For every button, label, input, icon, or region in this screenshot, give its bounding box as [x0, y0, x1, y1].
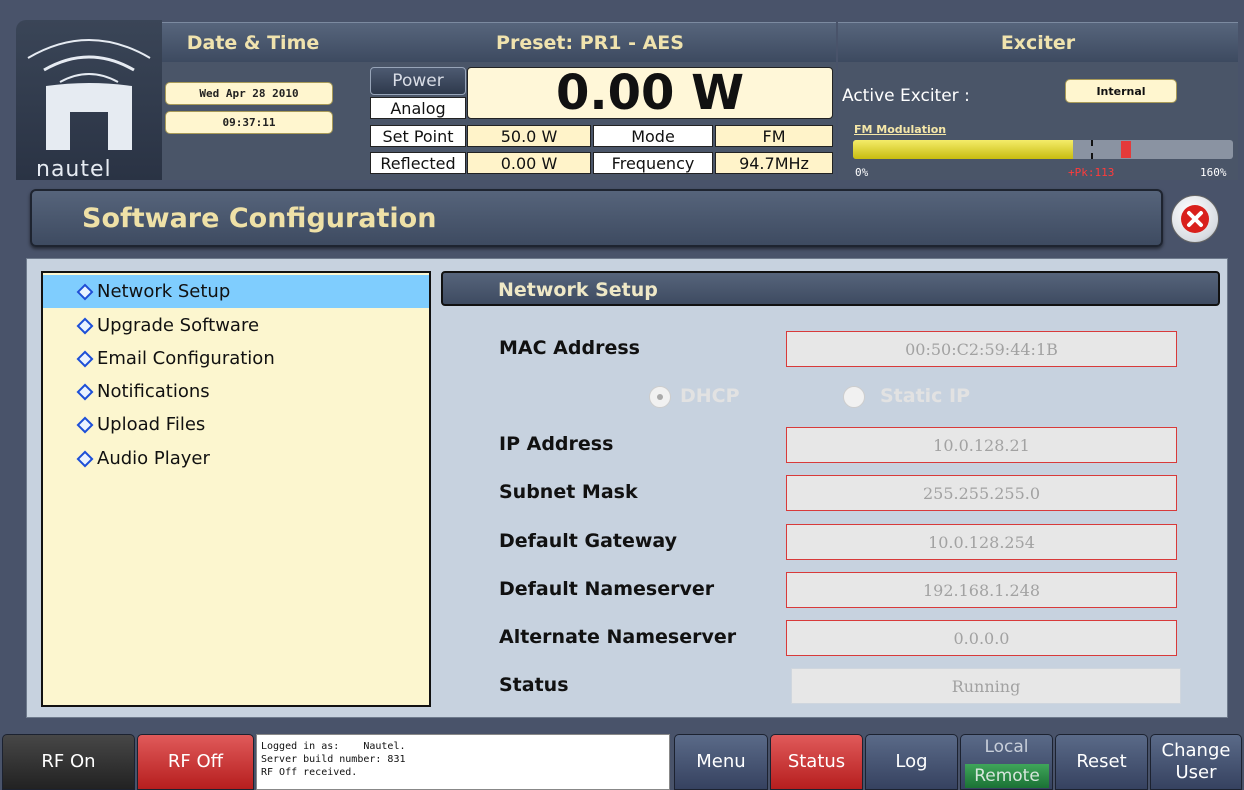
logged-in-line: Logged in as: Nautel.: [261, 741, 406, 752]
diamond-icon: [76, 383, 94, 400]
fm-scale-min: 0%: [855, 166, 869, 179]
default-gateway-label: Default Gateway: [499, 530, 678, 552]
reflected-label: Reflected: [370, 152, 466, 174]
network-setup-header: Network Setup: [441, 271, 1220, 306]
nav-item-upload-files[interactable]: Upload Files: [43, 408, 429, 441]
log-button[interactable]: Log: [865, 734, 958, 790]
frequency-value: 94.7MHz: [715, 152, 833, 174]
mode-value: FM: [715, 125, 833, 147]
exciter-tab: Exciter: [838, 22, 1238, 62]
mac-address-label: MAC Address: [499, 337, 640, 359]
menu-button[interactable]: Menu: [674, 734, 768, 790]
nav-item-label: Notifications: [97, 381, 210, 402]
app-window: nautel Date & Time Wed Apr 28 2010 09:37…: [0, 0, 1244, 790]
nautel-logo: nautel: [16, 20, 162, 182]
fm-peak-indicator: [1121, 141, 1132, 158]
ip-address-label: IP Address: [499, 433, 614, 455]
nav-item-label: Audio Player: [97, 448, 210, 469]
fm-peak-label: +Pk:113: [1068, 166, 1115, 179]
rf-off-message-line: RF Off received.: [261, 767, 358, 778]
diamond-icon: [76, 450, 94, 467]
diamond-icon: [76, 283, 94, 300]
nav-item-email-configuration[interactable]: Email Configuration: [43, 342, 429, 375]
fm-scale-max: 160%: [1200, 166, 1227, 179]
local-label: Local: [984, 737, 1029, 757]
date-time-tab: Date & Time: [162, 22, 344, 62]
active-exciter-value: Internal: [1065, 79, 1177, 103]
status-button[interactable]: Status: [770, 734, 863, 790]
nav-item-label: Upload Files: [97, 414, 206, 435]
static-ip-label: Static IP: [880, 385, 971, 407]
close-button[interactable]: [1171, 195, 1219, 243]
page-title-bar: Software Configuration: [30, 189, 1163, 247]
subnet-mask-field[interactable]: 255.255.255.0: [786, 475, 1177, 511]
status-field: Running: [791, 668, 1181, 704]
server-build-line: Server build number: 831: [261, 754, 406, 765]
local-remote-toggle[interactable]: Local Remote: [960, 734, 1053, 790]
change-user-label-2: User: [1175, 762, 1217, 783]
alternate-nameserver-label: Alternate Nameserver: [499, 626, 737, 648]
logo-wordmark: nautel: [36, 157, 112, 182]
rf-off-button[interactable]: RF Off: [137, 734, 254, 790]
time-display: 09:37:11: [165, 111, 333, 134]
set-point-label: Set Point: [370, 125, 466, 147]
nav-item-label: Network Setup: [97, 281, 231, 302]
rf-on-button[interactable]: RF On: [2, 734, 135, 790]
close-x-icon: [1181, 205, 1209, 233]
default-nameserver-field[interactable]: 192.168.1.248: [786, 572, 1177, 608]
diamond-icon: [76, 350, 94, 367]
alternate-nameserver-field[interactable]: 0.0.0.0: [786, 620, 1177, 656]
fm-100-percent-mark: [1090, 140, 1093, 159]
network-setup-heading: Network Setup: [498, 279, 658, 301]
nav-item-label: Email Configuration: [97, 348, 275, 369]
nav-item-upgrade-software[interactable]: Upgrade Software: [43, 309, 429, 342]
change-user-label-1: Change: [1161, 740, 1231, 761]
fm-modulation-fill: [853, 140, 1074, 159]
preset-tab: Preset: PR1 - AES: [344, 22, 836, 62]
power-readout: 0.00 W: [467, 65, 833, 121]
frequency-label: Frequency: [593, 152, 713, 174]
reset-button[interactable]: Reset: [1055, 734, 1148, 790]
dhcp-label: DHCP: [680, 385, 740, 407]
subnet-mask-label: Subnet Mask: [499, 481, 638, 503]
remote-label: Remote: [965, 764, 1049, 788]
static-ip-radio[interactable]: [843, 386, 865, 408]
default-nameserver-label: Default Nameserver: [499, 578, 715, 600]
status-label: Status: [499, 674, 569, 696]
config-nav-list: Network Setup Upgrade Software Email Con…: [41, 271, 431, 707]
diamond-icon: [76, 416, 94, 433]
exciter-panel: [838, 62, 1238, 180]
analog-label: Analog: [370, 97, 466, 119]
radio-selected-dot: [657, 394, 663, 400]
mac-address-field: 00:50:C2:59:44:1B: [786, 331, 1177, 367]
power-button[interactable]: Power: [370, 67, 466, 95]
nav-item-label: Upgrade Software: [97, 315, 260, 336]
fm-modulation-bar: [853, 140, 1233, 159]
ip-address-field[interactable]: 10.0.128.21: [786, 427, 1177, 463]
date-display: Wed Apr 28 2010: [165, 82, 333, 105]
default-gateway-field[interactable]: 10.0.128.254: [786, 524, 1177, 560]
dhcp-radio[interactable]: [649, 386, 671, 408]
diamond-icon: [76, 317, 94, 334]
set-point-value: 50.0 W: [467, 125, 591, 147]
nav-item-notifications[interactable]: Notifications: [43, 375, 429, 408]
change-user-button[interactable]: Change User: [1150, 734, 1242, 790]
status-message-box: Logged in as: Nautel. Server build numbe…: [256, 734, 670, 790]
nav-item-network-setup[interactable]: Network Setup: [43, 275, 429, 308]
page-title: Software Configuration: [82, 203, 437, 234]
reflected-value: 0.00 W: [467, 152, 591, 174]
mode-label: Mode: [593, 125, 713, 147]
fm-modulation-label: FM Modulation: [854, 123, 947, 136]
nav-item-audio-player[interactable]: Audio Player: [43, 442, 429, 475]
active-exciter-label: Active Exciter :: [842, 86, 970, 106]
